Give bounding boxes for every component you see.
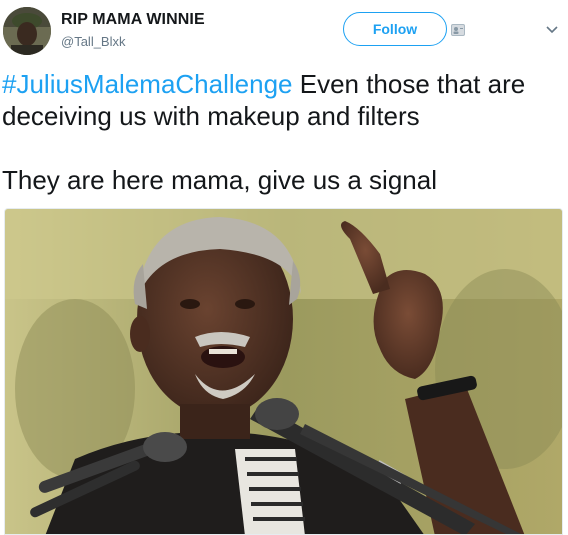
follow-button[interactable]: Follow [343, 12, 447, 46]
chevron-down-icon[interactable] [545, 25, 559, 35]
tweet-text: #JuliusMalemaChallenge Even those that a… [2, 68, 562, 196]
hashtag-link[interactable]: #JuliusMalemaChallenge [2, 69, 293, 99]
author-handle[interactable]: @Tall_Blxk [61, 34, 126, 49]
person-add-icon [451, 24, 465, 36]
tweet-photo[interactable] [4, 208, 563, 535]
avatar-image [3, 7, 51, 55]
author-avatar[interactable] [3, 7, 51, 55]
tweet-line-2: They are here mama, give us a signal [2, 165, 437, 195]
photo-image [5, 209, 562, 534]
tweet-line-1: #JuliusMalemaChallenge Even those that a… [2, 68, 562, 132]
author-name[interactable]: RIP MAMA WINNIE [61, 11, 205, 29]
